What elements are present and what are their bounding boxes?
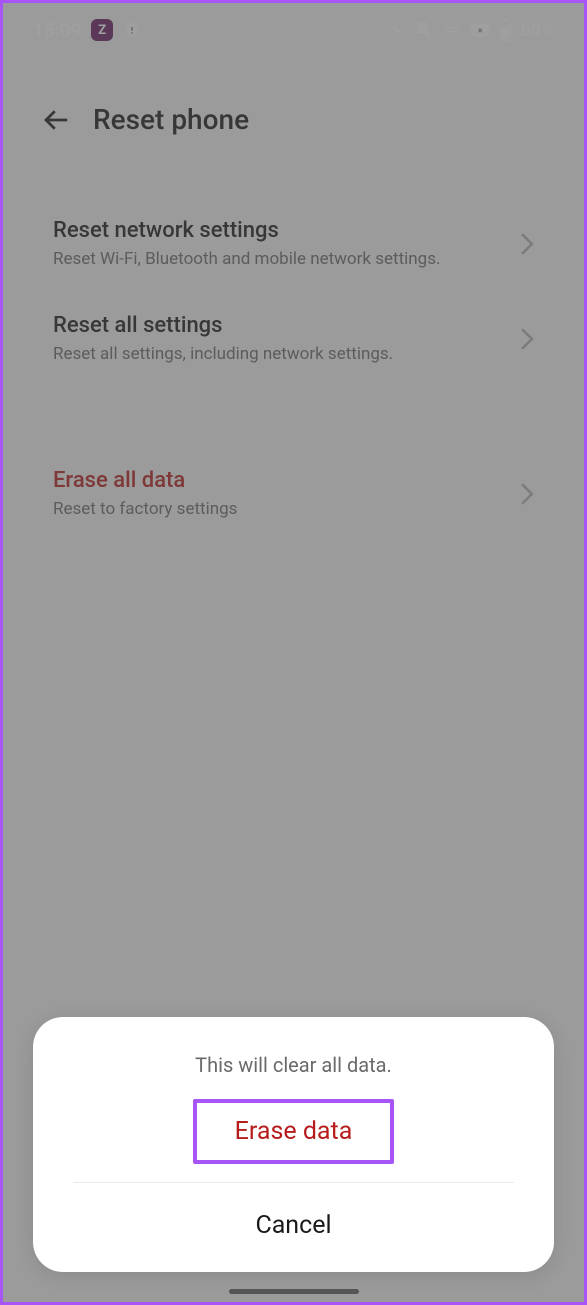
highlight-annotation: Erase data [193,1099,395,1164]
home-indicator[interactable] [229,1289,359,1294]
erase-data-button[interactable]: Erase data [197,1103,391,1160]
dialog-message: This will clear all data. [33,1053,554,1077]
cancel-button[interactable]: Cancel [33,1183,554,1262]
confirm-dialog: This will clear all data. Erase data Can… [33,1017,554,1272]
